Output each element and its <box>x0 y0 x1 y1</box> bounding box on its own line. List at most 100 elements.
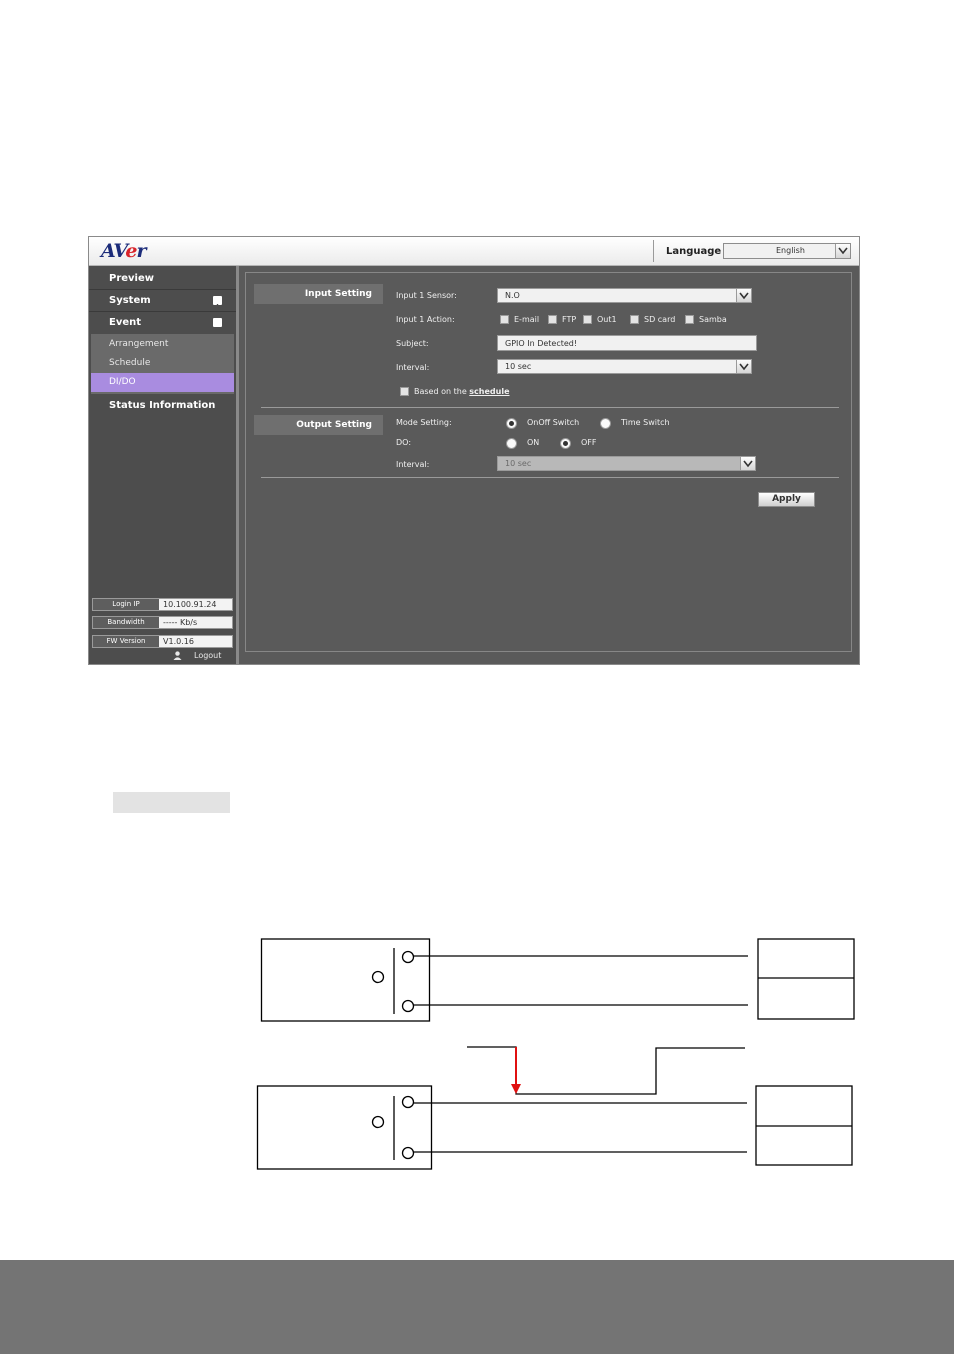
info-key: FW Version <box>93 636 159 647</box>
subject-input[interactable]: GPIO In Detected! <box>497 335 757 351</box>
language-select[interactable]: English <box>723 243 851 259</box>
subject-label: Subject: <box>396 339 429 348</box>
schedule-link[interactable]: schedule <box>469 387 509 396</box>
apply-button[interactable]: Apply <box>758 492 815 507</box>
relay-wiring-diagram <box>256 938 855 1170</box>
sidebar-item-event[interactable]: Event <box>89 312 236 334</box>
relay-terminal <box>401 1095 415 1109</box>
out1-checkbox[interactable] <box>583 315 592 324</box>
language-separator <box>653 240 654 262</box>
bandwidth-row: Bandwidth ----- Kb/s <box>92 616 233 629</box>
red-arrow-head <box>511 1084 521 1094</box>
do-on-radio[interactable] <box>506 438 517 449</box>
sidebar-item-system[interactable]: System <box>89 290 236 312</box>
relay-terminal <box>401 999 415 1013</box>
event-submenu: Arrangement Schedule DI/DO <box>91 334 234 394</box>
logo-text: AVer <box>101 240 146 262</box>
ftp-checkbox-label: FTP <box>562 315 577 324</box>
submenu-item-dido[interactable]: DI/DO <box>91 373 234 392</box>
do-off-label: OFF <box>581 438 597 447</box>
out1-checkbox-label: Out1 <box>597 315 617 324</box>
user-icon <box>173 651 182 660</box>
submenu-item-label: DI/DO <box>109 377 136 387</box>
output-interval-label: Interval: <box>396 460 430 469</box>
input-sensor-select[interactable]: N.O <box>497 288 752 303</box>
email-checkbox-label: E-mail <box>514 315 540 324</box>
based-on-schedule-checkbox[interactable] <box>400 387 409 396</box>
onoff-switch-radio[interactable] <box>506 418 517 429</box>
chevron-down-icon <box>740 457 755 470</box>
input-sensor-label: Input 1 Sensor: <box>396 291 457 300</box>
aver-logo: AVer <box>101 240 146 262</box>
samba-checkbox[interactable] <box>685 315 694 324</box>
top-bar: AVer Language English <box>89 237 859 266</box>
app-window: AVer Language English Preview System Eve… <box>88 236 860 665</box>
submenu-item-arrangement[interactable]: Arrangement <box>91 335 234 354</box>
sidebar-item-label: Status Information <box>109 400 216 411</box>
section-title: Input Setting <box>304 289 372 299</box>
relay-box-bottom <box>256 1085 433 1170</box>
sidebar: Preview System Event Arrangement Schedul… <box>89 266 236 664</box>
panel-divider <box>236 266 239 664</box>
gray-label-block <box>113 792 230 813</box>
info-key: Login IP <box>93 599 159 610</box>
info-value: V1.0.16 <box>163 637 194 646</box>
fw-version-row: FW Version V1.0.16 <box>92 635 233 648</box>
input-setting-header: Input Setting <box>254 284 383 304</box>
logout-label: Logout <box>194 651 222 660</box>
relay-terminal <box>401 950 415 964</box>
relay-terminal <box>371 970 385 984</box>
chevron-down-icon <box>835 244 850 258</box>
logout-link[interactable]: Logout <box>173 651 221 660</box>
select-value: 10 sec <box>505 459 532 468</box>
sd-card-checkbox-label: SD card <box>644 315 676 324</box>
submenu-item-schedule[interactable]: Schedule <box>91 354 234 373</box>
signal-trace <box>467 1046 745 1095</box>
sidebar-item-label: Preview <box>109 273 155 284</box>
mode-setting-label: Mode Setting: <box>396 418 452 427</box>
relay-box-top <box>260 938 431 1022</box>
sidebar-item-status-information[interactable]: Status Information <box>89 395 236 417</box>
info-value: 10.100.91.24 <box>163 600 217 609</box>
output-setting-header: Output Setting <box>254 415 383 435</box>
output-interval-select[interactable]: 10 sec <box>497 456 756 471</box>
select-value: 10 sec <box>505 362 532 371</box>
email-checkbox[interactable] <box>500 315 509 324</box>
input-interval-select[interactable]: 10 sec <box>497 359 752 374</box>
relay-terminal <box>371 1115 385 1129</box>
input-value: GPIO In Detected! <box>505 339 578 348</box>
select-value: N.O <box>505 291 520 300</box>
section-divider <box>261 477 839 478</box>
input-action-label: Input 1 Action: <box>396 315 455 324</box>
do-off-radio[interactable] <box>560 438 571 449</box>
logo-mark: e <box>125 240 137 262</box>
time-switch-label: Time Switch <box>621 418 670 427</box>
chevron-down-icon <box>736 360 751 373</box>
input-interval-label: Interval: <box>396 363 430 372</box>
sidebar-item-label: Event <box>109 317 142 328</box>
minus-icon[interactable] <box>213 318 222 330</box>
section-title: Output Setting <box>296 420 372 430</box>
chevron-down-icon <box>736 289 751 302</box>
sidebar-item-preview[interactable]: Preview <box>89 268 236 290</box>
language-value: English <box>776 246 805 255</box>
submenu-item-label: Arrangement <box>109 339 169 349</box>
section-divider <box>261 407 839 408</box>
based-on-schedule-label: Based on the schedule <box>414 387 510 396</box>
info-key: Bandwidth <box>93 617 159 628</box>
relay-terminal <box>401 1146 415 1160</box>
plus-icon[interactable] <box>213 296 222 309</box>
footer-band <box>0 1260 954 1354</box>
schedule-prefix: Based on the <box>414 387 467 396</box>
login-ip-row: Login IP 10.100.91.24 <box>92 598 233 611</box>
time-switch-radio[interactable] <box>600 418 611 429</box>
dido-settings-panel: Input Setting Input 1 Sensor: N.O Input … <box>245 272 852 652</box>
onoff-switch-label: OnOff Switch <box>527 418 580 427</box>
do-on-label: ON <box>527 438 540 447</box>
info-value: ----- Kb/s <box>163 618 198 627</box>
sd-card-checkbox[interactable] <box>630 315 639 324</box>
ftp-checkbox[interactable] <box>548 315 557 324</box>
submenu-item-label: Schedule <box>109 358 151 368</box>
do-label: DO: <box>396 438 412 447</box>
language-label: Language <box>666 246 722 257</box>
